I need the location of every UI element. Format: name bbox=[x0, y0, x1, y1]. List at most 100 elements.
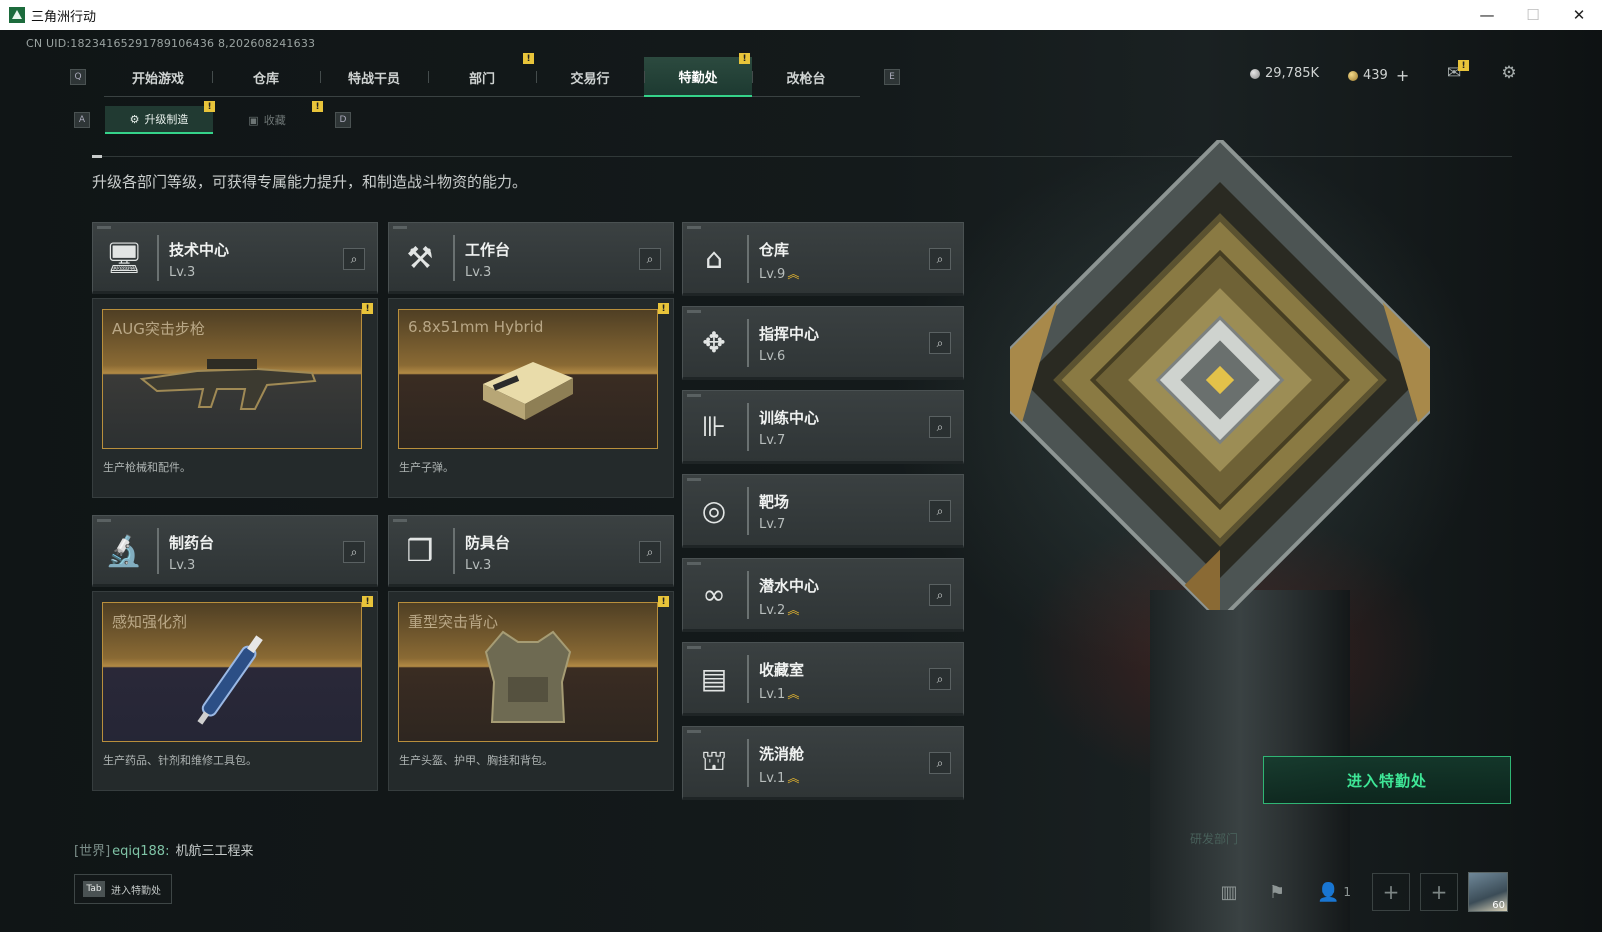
settings-gear-icon[interactable]: ⚙ bbox=[1498, 62, 1520, 84]
chat-line[interactable]: [世界] eqiq188: 机航三工程来 bbox=[74, 840, 253, 859]
card-separator bbox=[747, 571, 749, 619]
silver-amount: 29,785K bbox=[1265, 66, 1320, 81]
facility-diving-center[interactable]: ∞ 潜水中心 Lv.2 ︽ ⌕ bbox=[682, 558, 964, 632]
upgrade-arrow-icon: ︽ bbox=[787, 267, 800, 281]
search-icon[interactable]: ⌕ bbox=[929, 668, 951, 690]
subtab-collection[interactable]: ▣ 收藏 ! bbox=[213, 101, 323, 134]
craft-card-pharmacy[interactable]: ! 感知强化剂 生产药品、针剂和维修工具包。 bbox=[92, 591, 378, 791]
tab-hint-button[interactable]: Tab 进入特勤处 bbox=[74, 874, 172, 904]
craft-card-workbench[interactable]: ! 6.8x51mm Hybrid 生产子弹。 bbox=[388, 298, 674, 498]
key-hint-e: E bbox=[884, 69, 900, 85]
tab-department[interactable]: 部门! bbox=[428, 53, 536, 97]
decon-chamber-icon: ⛫ bbox=[701, 743, 727, 777]
diving-mask-icon: ∞ bbox=[702, 577, 726, 611]
facility-name: 潜水中心 bbox=[759, 577, 820, 595]
craft-preview: 重型突击背心 bbox=[398, 602, 658, 742]
maximize-button[interactable]: ☐ bbox=[1510, 0, 1556, 30]
facility-shooting-range[interactable]: ◎ 靶场 Lv.7 ⌕ bbox=[682, 474, 964, 548]
tab-start-game[interactable]: 开始游戏 bbox=[104, 57, 212, 97]
tab-hint-label: 进入特勤处 bbox=[111, 885, 161, 897]
tower-label: 研发部门 bbox=[1190, 832, 1239, 846]
search-icon[interactable]: ⌕ bbox=[929, 332, 951, 354]
search-icon[interactable]: ⌕ bbox=[343, 248, 365, 270]
facility-level: Lv.7 bbox=[759, 433, 785, 448]
search-icon[interactable]: ⌕ bbox=[929, 248, 951, 270]
search-icon[interactable]: ⌕ bbox=[343, 541, 365, 563]
collection-box-icon: ▣ bbox=[248, 113, 259, 127]
subtab-collection-badge: ! bbox=[312, 101, 323, 112]
gold-coin-icon bbox=[1348, 70, 1358, 81]
search-icon[interactable]: ⌕ bbox=[929, 752, 951, 774]
facility-level: Lv.9 ︽ bbox=[759, 265, 799, 282]
search-icon[interactable]: ⌕ bbox=[929, 416, 951, 438]
craft-desc: 生产药品、针剂和维修工具包。 bbox=[103, 754, 257, 767]
sub-nav: A ⚙ 升级制造 ! ▣ 收藏 ! D bbox=[74, 101, 351, 134]
craft-badge: ! bbox=[362, 303, 373, 314]
card-separator bbox=[747, 235, 749, 283]
add-slot-button-1[interactable]: + bbox=[1372, 873, 1410, 911]
facility-tech-center[interactable]: 🖥 技术中心 Lv.3 ⌕ bbox=[92, 222, 378, 294]
facility-armor-bench[interactable]: ❒ 防具台 Lv.3 ⌕ bbox=[388, 515, 674, 587]
target-icon: ◎ bbox=[701, 493, 727, 527]
friends-icon[interactable]: 👤 1 bbox=[1306, 873, 1362, 911]
gold-amount: 439 bbox=[1363, 68, 1388, 83]
tab-trading[interactable]: 交易行 bbox=[536, 57, 644, 97]
tab-operators[interactable]: 特战干员 bbox=[320, 57, 428, 97]
facility-level: Lv.3 bbox=[169, 558, 196, 573]
uid-label: CN UID:18234165291789106436 8,2026082416… bbox=[26, 37, 316, 50]
craft-card-armor[interactable]: ! 重型突击背心 生产头盔、护甲、胸挂和背包。 bbox=[388, 591, 674, 791]
card-separator bbox=[747, 655, 749, 703]
facility-collection-room[interactable]: ▤ 收藏室 Lv.1 ︽ ⌕ bbox=[682, 642, 964, 716]
search-icon[interactable]: ⌕ bbox=[639, 248, 661, 270]
subtab-upgrade-craft[interactable]: ⚙ 升级制造 ! bbox=[105, 101, 215, 134]
facility-level: Lv.6 bbox=[759, 349, 785, 364]
craft-card-tech[interactable]: ! AUG突击步枪 生产枪械和配件。 bbox=[92, 298, 378, 498]
search-icon[interactable]: ⌕ bbox=[929, 500, 951, 522]
warehouse-icon: ⌂ bbox=[705, 241, 723, 275]
upgrade-gear-icon: ⚙ bbox=[129, 112, 140, 126]
facility-pharmacy[interactable]: 🔬 制药台 Lv.3 ⌕ bbox=[92, 515, 378, 587]
enter-special-ops-button[interactable]: 进入特勤处 bbox=[1263, 756, 1511, 804]
facility-name: 制药台 bbox=[169, 534, 215, 552]
flag-icon[interactable]: ⚑ bbox=[1258, 873, 1296, 911]
stats-bar-chart-icon[interactable]: ▥ bbox=[1210, 873, 1248, 911]
facility-training-center[interactable]: ⊪ 训练中心 Lv.7 ⌕ bbox=[682, 390, 964, 464]
facility-name: 防具台 bbox=[465, 534, 511, 552]
craft-desc: 生产头盔、护甲、胸挂和背包。 bbox=[399, 754, 553, 767]
facility-name: 工作台 bbox=[465, 241, 511, 259]
tab-special-ops[interactable]: 特勤处! bbox=[644, 53, 752, 97]
add-currency-button[interactable]: + bbox=[1396, 66, 1409, 85]
subtab-collection-label: 收藏 bbox=[263, 114, 286, 127]
facility-level-value: Lv.9 bbox=[759, 267, 786, 282]
close-button[interactable]: ✕ bbox=[1556, 0, 1602, 30]
avatar[interactable]: 60 bbox=[1468, 872, 1508, 912]
craft-desc: 生产子弹。 bbox=[399, 461, 454, 474]
facility-warehouse[interactable]: ⌂ 仓库 Lv.9 ︽ ⌕ bbox=[682, 222, 964, 296]
silver-coin-icon bbox=[1250, 68, 1260, 79]
facility-decon-chamber[interactable]: ⛫ 洗消舱 Lv.1 ︽ ⌕ bbox=[682, 726, 964, 800]
friends-person-icon: 👤 bbox=[1316, 881, 1340, 903]
facility-name: 洗消舱 bbox=[759, 745, 805, 763]
tab-warehouse[interactable]: 仓库 bbox=[212, 57, 320, 97]
card-corner-mark bbox=[97, 519, 111, 522]
facility-name: 指挥中心 bbox=[759, 325, 820, 343]
tab-department-badge: ! bbox=[523, 53, 534, 64]
card-corner-mark bbox=[393, 226, 407, 229]
tab-gunsmith[interactable]: 改枪台 bbox=[752, 57, 860, 97]
card-corner-mark bbox=[687, 562, 701, 565]
facility-command-center[interactable]: ✥ 指挥中心 Lv.6 ⌕ bbox=[682, 306, 964, 380]
mail-badge: ! bbox=[1458, 60, 1469, 71]
craft-badge: ! bbox=[658, 303, 669, 314]
cube-artwork bbox=[976, 136, 1464, 624]
facility-level: Lv.2 ︽ bbox=[759, 601, 799, 618]
search-icon[interactable]: ⌕ bbox=[929, 584, 951, 606]
craft-badge: ! bbox=[658, 596, 669, 607]
key-hint-a: A bbox=[74, 112, 90, 128]
facility-workbench[interactable]: ⚒ 工作台 Lv.3 ⌕ bbox=[388, 222, 674, 294]
search-icon[interactable]: ⌕ bbox=[639, 541, 661, 563]
add-slot-button-2[interactable]: + bbox=[1420, 873, 1458, 911]
tab-department-label: 部门 bbox=[468, 71, 495, 87]
facility-level: Lv.1 ︽ bbox=[759, 685, 799, 702]
minimize-button[interactable]: — bbox=[1464, 0, 1510, 30]
bottom-toolbar: ▥ ⚑ 👤 1 + + 60 bbox=[1210, 872, 1508, 912]
